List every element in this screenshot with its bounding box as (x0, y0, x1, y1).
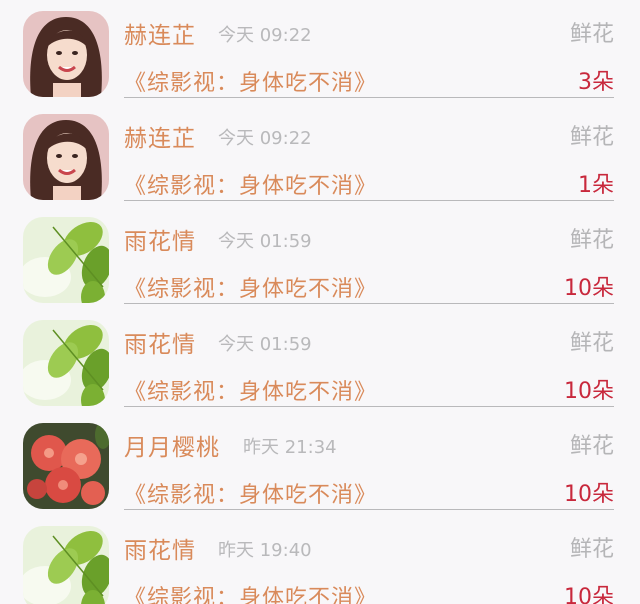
divider (124, 303, 614, 304)
sender-name[interactable]: 赫连芷 (124, 119, 196, 153)
divider (124, 406, 614, 407)
book-title-link[interactable]: 《综影视：身体吃不消》 (124, 374, 377, 406)
portrait-avatar[interactable] (23, 114, 109, 200)
book-title-link[interactable]: 《综影视：身体吃不消》 (124, 65, 377, 97)
list-item[interactable]: 赫连芷 今天 09:22 鲜花 《综影视：身体吃不消》 3朵 (0, 2, 640, 105)
sender-name[interactable]: 雨花情 (124, 222, 196, 256)
gift-count: 10朵 (564, 482, 614, 507)
timestamp: 今天 09:22 (218, 128, 312, 149)
leaves-avatar[interactable] (23, 320, 109, 406)
timestamp: 昨天 21:34 (243, 437, 337, 458)
leaves-avatar[interactable] (23, 526, 109, 604)
book-title-link[interactable]: 《综影视：身体吃不消》 (124, 477, 377, 509)
divider (124, 509, 614, 510)
list-item[interactable]: 雨花情 昨天 19:40 鲜花 《综影视：身体吃不消》 10朵 (0, 517, 640, 604)
gift-record-list: 赫连芷 今天 09:22 鲜花 《综影视：身体吃不消》 3朵 赫连芷 今天 09… (0, 0, 640, 604)
list-item[interactable]: 赫连芷 今天 09:22 鲜花 《综影视：身体吃不消》 1朵 (0, 105, 640, 208)
sender-name[interactable]: 赫连芷 (124, 16, 196, 50)
gift-type-label: 鲜花 (569, 331, 614, 356)
list-item[interactable]: 雨花情 今天 01:59 鲜花 《综影视：身体吃不消》 10朵 (0, 311, 640, 414)
leaves-avatar[interactable] (23, 217, 109, 303)
divider (124, 200, 614, 201)
gift-count: 1朵 (578, 173, 614, 198)
gift-type-label: 鲜花 (569, 434, 614, 459)
gift-count: 10朵 (564, 276, 614, 301)
sender-name[interactable]: 雨花情 (124, 325, 196, 359)
timestamp: 今天 01:59 (218, 334, 312, 355)
list-item[interactable]: 月月樱桃 昨天 21:34 鲜花 《综影视：身体吃不消》 10朵 (0, 414, 640, 517)
gift-type-label: 鲜花 (569, 22, 614, 47)
gift-type-label: 鲜花 (569, 537, 614, 562)
gift-count: 10朵 (564, 585, 614, 604)
book-title-link[interactable]: 《综影视：身体吃不消》 (124, 168, 377, 200)
gift-type-label: 鲜花 (569, 228, 614, 253)
sender-name[interactable]: 月月樱桃 (124, 428, 220, 462)
portrait-avatar[interactable] (23, 11, 109, 97)
timestamp: 今天 01:59 (218, 231, 312, 252)
list-item[interactable]: 雨花情 今天 01:59 鲜花 《综影视：身体吃不消》 10朵 (0, 208, 640, 311)
gift-count: 10朵 (564, 379, 614, 404)
timestamp: 昨天 19:40 (218, 540, 312, 561)
divider (124, 97, 614, 98)
sender-name[interactable]: 雨花情 (124, 531, 196, 565)
timestamp: 今天 09:22 (218, 25, 312, 46)
book-title-link[interactable]: 《综影视：身体吃不消》 (124, 271, 377, 303)
gift-type-label: 鲜花 (569, 125, 614, 150)
flower-avatar[interactable] (23, 423, 109, 509)
book-title-link[interactable]: 《综影视：身体吃不消》 (124, 580, 377, 604)
gift-count: 3朵 (578, 70, 614, 95)
